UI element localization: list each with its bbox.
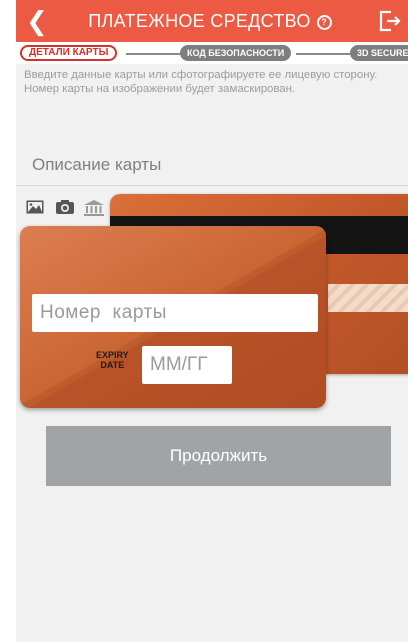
step-security-code[interactable]: КОД БЕЗОПАСНОСТИ <box>180 45 292 61</box>
expiry-label-line1: EXPIRY <box>96 350 129 360</box>
app-header: ❮ ПЛАТЕЖНОЕ СРЕДСТВО? <box>16 0 408 42</box>
expiry-date-input[interactable] <box>142 346 232 384</box>
step-card-details[interactable]: ДЕТАЛИ КАРТЫ <box>20 45 118 61</box>
bank-icon[interactable] <box>84 200 104 221</box>
card-number-input[interactable] <box>32 294 318 332</box>
step-connector <box>126 53 186 55</box>
expiry-label-line2: DATE <box>100 360 125 370</box>
signature-panel <box>328 284 408 312</box>
logout-icon[interactable] <box>378 10 402 37</box>
payment-method-screen: ❮ ПЛАТЕЖНОЕ СРЕДСТВО? ДЕТАЛИ КАРТЫ КОД Б… <box>16 0 408 642</box>
instruction-text: Введите данные карты или сфотографируете… <box>24 69 378 95</box>
card-description-row <box>16 142 408 186</box>
card-description-input[interactable] <box>32 150 392 180</box>
page-title: ПЛАТЕЖНОЕ СРЕДСТВО? <box>16 0 408 42</box>
continue-button[interactable]: Продолжить <box>46 426 391 486</box>
camera-icon[interactable] <box>56 200 74 219</box>
page-title-text: ПЛАТЕЖНОЕ СРЕДСТВО <box>88 11 311 31</box>
image-icon[interactable] <box>26 200 44 219</box>
progress-steps: ДЕТАЛИ КАРТЫ КОД БЕЗОПАСНОСТИ 3D SECURE <box>16 42 408 64</box>
help-circle-icon[interactable]: ? <box>316 15 332 30</box>
step-connector <box>296 53 356 55</box>
step-3d-secure[interactable]: 3D SECURE <box>350 45 408 61</box>
card-front: EXPIRY DATE <box>20 226 326 408</box>
expiry-label: EXPIRY DATE <box>96 350 129 370</box>
